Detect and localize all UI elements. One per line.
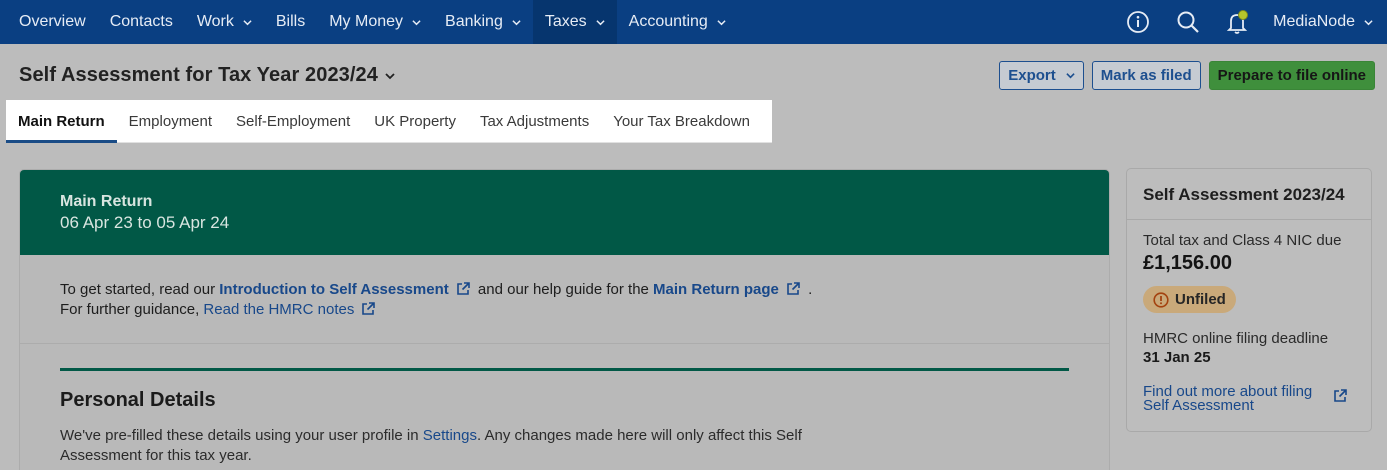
section-divider (60, 368, 1069, 371)
nav-right: MediaNode (1113, 0, 1387, 44)
external-link-icon (1334, 389, 1347, 402)
guidance-text-part: . (803, 281, 813, 298)
top-nav: Overview Contacts Work Bills My Money Ba… (0, 0, 1387, 44)
tab-uk-property[interactable]: UK Property (362, 100, 468, 142)
prepare-to-file-button[interactable]: Prepare to file online (1208, 61, 1375, 90)
tab-your-tax-breakdown[interactable]: Your Tax Breakdown (601, 100, 762, 142)
external-link-icon (787, 282, 800, 295)
main-return-page-link[interactable]: Main Return page (653, 281, 779, 298)
banner-title: Main Return (60, 193, 153, 210)
return-tabs: Main Return Employment Self-Employment U… (6, 100, 772, 143)
section-desc-part: We've pre-filled these details using you… (60, 427, 423, 444)
page-title-text: Self Assessment for Tax Year 2023/24 (19, 64, 379, 86)
status-badge: Unfiled (1143, 286, 1236, 313)
nav-label: Overview (19, 13, 86, 30)
tab-label: UK Property (374, 112, 456, 130)
tab-label: Self-Employment (236, 112, 351, 130)
main-return-banner: Main Return 06 Apr 23 to 05 Apr 24 (20, 170, 1109, 255)
tab-self-employment[interactable]: Self-Employment (224, 100, 362, 142)
filing-info-link-row[interactable]: Find out more about filing Self Assessme… (1143, 384, 1355, 413)
nav-label: Banking (445, 13, 503, 30)
section-title: Personal Details (60, 389, 216, 411)
nav-item-taxes[interactable]: Taxes (532, 0, 617, 44)
prepare-label: Prepare to file online (1217, 67, 1366, 84)
banner-dates: 06 Apr 23 to 05 Apr 24 (60, 213, 230, 232)
nav-label: Taxes (544, 13, 587, 30)
external-link-icon (362, 302, 376, 315)
mark-filed-label: Mark as filed (1100, 67, 1192, 84)
nav-label: Accounting (628, 13, 708, 30)
header-actions: Export Mark as filed Prepare to file onl… (999, 61, 1375, 90)
page-title[interactable]: Self Assessment for Tax Year 2023/24 (19, 64, 395, 87)
tab-label: Main Return (18, 112, 105, 130)
nav-item-bills[interactable]: Bills (264, 0, 317, 44)
nav-label: Contacts (109, 13, 173, 30)
tab-tax-adjustments[interactable]: Tax Adjustments (468, 100, 601, 142)
info-icon[interactable] (1125, 9, 1151, 35)
nav-item-work[interactable]: Work (185, 0, 264, 44)
guidance-text-part: For further guidance, (60, 301, 204, 318)
nav-item-banking[interactable]: Banking (433, 0, 533, 44)
warning-icon (1153, 291, 1169, 308)
summary-body: Total tax and Class 4 NIC due £1,156.00 … (1127, 220, 1371, 413)
chevron-down-icon (512, 19, 521, 25)
filing-info-link[interactable]: Find out more about filing Self Assessme… (1143, 384, 1328, 413)
external-link-icon (456, 282, 470, 295)
nav-item-contacts[interactable]: Contacts (98, 0, 185, 44)
export-button[interactable]: Export (999, 61, 1084, 90)
personal-details-section: Personal Details We've pre-filled these … (20, 344, 1109, 466)
nav-item-overview[interactable]: Overview (0, 0, 98, 44)
chevron-down-icon (243, 19, 252, 25)
self-assessment-summary-card: Self Assessment 2023/24 Total tax and Cl… (1126, 168, 1372, 432)
nav-label: Work (196, 13, 234, 30)
search-icon[interactable] (1175, 9, 1201, 35)
chevron-down-icon (1364, 19, 1373, 25)
chevron-down-icon (717, 19, 726, 25)
chevron-down-icon (385, 72, 395, 79)
settings-link[interactable]: Settings (423, 427, 477, 444)
deadline-label: HMRC online filing deadline (1143, 330, 1329, 347)
chevron-down-icon (1066, 73, 1075, 79)
bell-icon[interactable] (1225, 9, 1251, 35)
tab-main-return[interactable]: Main Return (6, 100, 117, 143)
guidance-text-part: and our help guide for the (473, 281, 654, 298)
nav-label: My Money (329, 13, 404, 30)
user-menu[interactable]: MediaNode (1273, 13, 1373, 31)
hmrc-notes-link[interactable]: Read the HMRC notes (203, 301, 354, 318)
tab-label: Your Tax Breakdown (613, 112, 750, 130)
tax-due-label: Total tax and Class 4 NIC due (1143, 232, 1342, 249)
guidance-text-part: To get started, read our (60, 281, 220, 298)
nav-item-my-money[interactable]: My Money (317, 0, 433, 44)
nav-label: Bills (275, 13, 306, 30)
deadline-date: 31 Jan 25 (1143, 349, 1211, 366)
tax-due-amount: £1,156.00 (1143, 252, 1232, 274)
intro-self-assessment-link[interactable]: Introduction to Self Assessment (219, 281, 448, 298)
tab-label: Tax Adjustments (479, 112, 590, 130)
guidance-text: To get started, read our Introduction to… (20, 255, 1109, 344)
export-label: Export (1008, 67, 1056, 84)
tab-employment[interactable]: Employment (117, 100, 224, 142)
nav-item-accounting[interactable]: Accounting (617, 0, 738, 44)
main-return-card: Main Return 06 Apr 23 to 05 Apr 24 To ge… (19, 169, 1110, 470)
summary-title: Self Assessment 2023/24 (1127, 169, 1371, 220)
chevron-down-icon (596, 19, 605, 25)
status-text: Unfiled (1175, 291, 1226, 308)
chevron-down-icon (412, 19, 421, 25)
user-name: MediaNode (1273, 13, 1355, 30)
section-description: We've pre-filled these details using you… (60, 426, 820, 466)
mark-as-filed-button[interactable]: Mark as filed (1091, 61, 1201, 90)
tab-label: Employment (128, 112, 213, 130)
